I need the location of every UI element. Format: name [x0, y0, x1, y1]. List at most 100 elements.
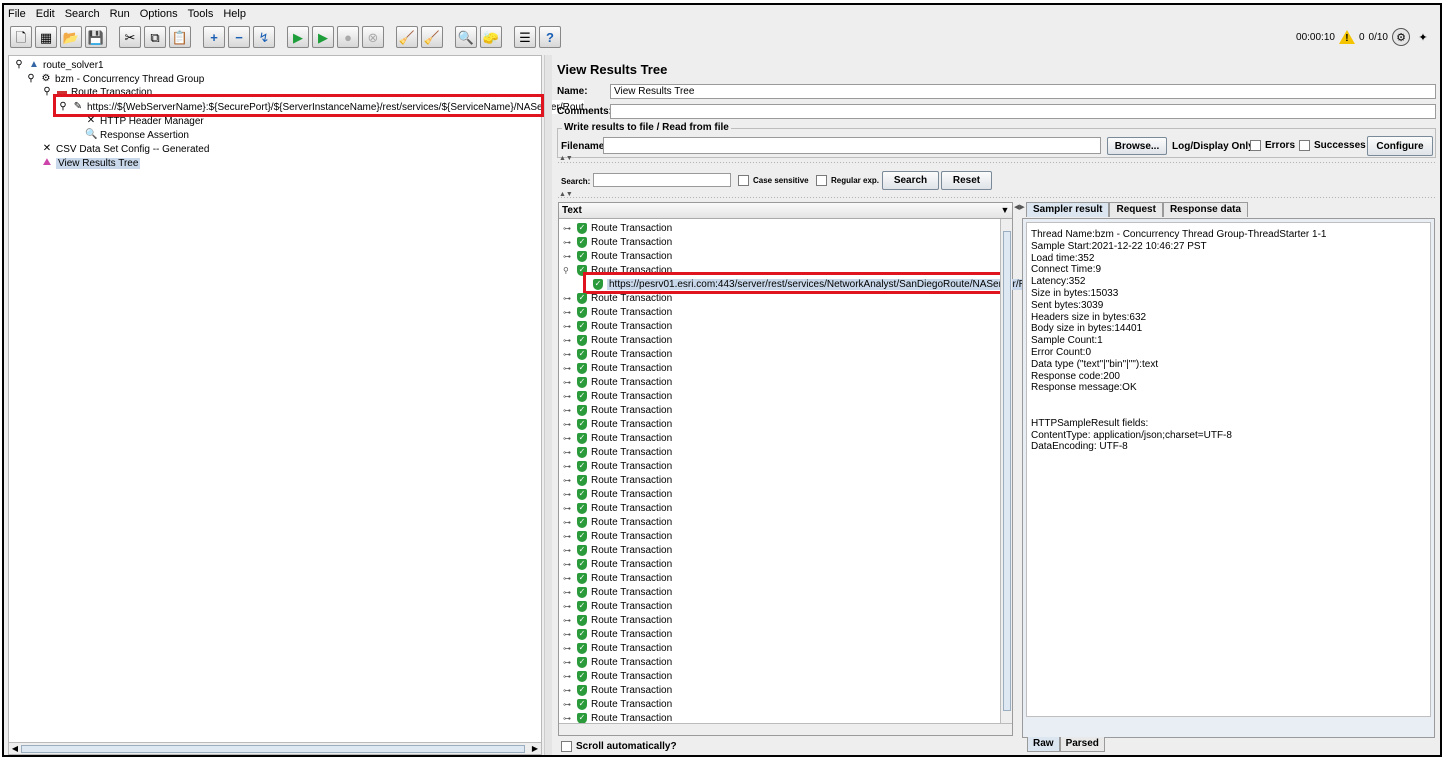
plugins-icon[interactable]: ✦	[1414, 28, 1432, 46]
expand-handle-icon[interactable]: ⊶	[563, 546, 573, 555]
expand-handle-icon[interactable]: ⊶	[563, 322, 573, 331]
result-row[interactable]: ⊶ ✓ Route Transaction	[563, 403, 672, 417]
toggle-icon[interactable]: ↯	[253, 26, 275, 48]
result-row[interactable]: ⊶ ✓ Route Transaction	[563, 599, 672, 613]
tree-node-results-tree[interactable]: ⛰ View Results Tree	[41, 156, 141, 170]
checkbox-box[interactable]	[561, 741, 572, 752]
split-divider[interactable]	[544, 55, 552, 755]
result-row[interactable]: ⊶ ✓ Route Transaction	[563, 655, 672, 669]
copy-icon[interactable]: ⧉	[144, 26, 166, 48]
expand-handle-icon[interactable]: ⊶	[563, 700, 573, 709]
expand-icon[interactable]: +	[203, 26, 225, 48]
result-row[interactable]: ⊶ ✓ Route Transaction	[563, 669, 672, 683]
expand-handle-icon[interactable]: ⊶	[563, 392, 573, 401]
results-vertical-scrollbar[interactable]	[1000, 219, 1012, 723]
result-row[interactable]: ⊶ ✓ Route Transaction	[563, 319, 672, 333]
tree-node-header-manager[interactable]: ✕ HTTP Header Manager	[85, 114, 204, 128]
tree-node-csv[interactable]: ✕ CSV Data Set Config -- Generated	[41, 142, 210, 156]
tab-raw[interactable]: Raw	[1027, 737, 1060, 752]
result-row[interactable]: ⊶ ✓ Route Transaction	[563, 389, 672, 403]
search-button[interactable]: Search	[882, 171, 939, 190]
menu-file[interactable]: File	[8, 8, 26, 20]
expand-handle-icon[interactable]: ⊶	[563, 560, 573, 569]
clear-all-icon[interactable]: 🧹	[421, 26, 443, 48]
result-row[interactable]: ⊶ ✓ Route Transaction	[563, 221, 672, 235]
result-row[interactable]: ⊶ ✓ Route Transaction	[563, 431, 672, 445]
case-sensitive-checkbox[interactable]: Case sensitive	[738, 175, 809, 186]
reset-search-icon[interactable]: 🧽	[480, 26, 502, 48]
expand-handle-icon[interactable]: ⊶	[563, 406, 573, 415]
scroll-thumb[interactable]	[1003, 231, 1011, 711]
log-viewer-icon[interactable]: ⚙	[1392, 28, 1410, 46]
result-row[interactable]: ⊶ ✓ Route Transaction	[563, 697, 672, 711]
save-icon[interactable]: 💾	[85, 26, 107, 48]
expand-handle-icon[interactable]: ⊶	[563, 490, 573, 499]
result-row[interactable]: ⊶ ✓ Route Transaction	[563, 417, 672, 431]
menu-tools[interactable]: Tools	[188, 8, 214, 20]
expand-handle-icon[interactable]: ⚲	[563, 266, 573, 275]
expand-handle-icon[interactable]: ⊶	[563, 378, 573, 387]
menu-run[interactable]: Run	[110, 8, 130, 20]
split-arrows-icon[interactable]: ◀▶	[1014, 203, 1025, 211]
result-row[interactable]: ⊶ ✓ Route Transaction	[563, 613, 672, 627]
scroll-thumb[interactable]	[21, 745, 525, 753]
expand-handle-icon[interactable]: ⊶	[563, 476, 573, 485]
result-row[interactable]: ⊶ ✓ Route Transaction	[563, 291, 672, 305]
result-row[interactable]: ⊶ ✓ Route Transaction	[563, 473, 672, 487]
expand-handle-icon[interactable]: ⊶	[563, 518, 573, 527]
collapse-icon[interactable]: −	[228, 26, 250, 48]
help-icon[interactable]: ?	[539, 26, 561, 48]
result-row[interactable]: ⊶ ✓ Route Transaction	[563, 683, 672, 697]
expand-handle-icon[interactable]: ⊶	[563, 602, 573, 611]
scroll-automatically-checkbox[interactable]: Scroll automatically?	[561, 741, 677, 752]
checkbox-box[interactable]	[1299, 140, 1310, 151]
result-row[interactable]: ⊶ ✓ Route Transaction	[563, 375, 672, 389]
results-horizontal-scrollbar[interactable]	[559, 723, 1012, 735]
search-icon[interactable]: 🔍	[455, 26, 477, 48]
regular-exp-checkbox[interactable]: Regular exp.	[816, 175, 879, 186]
expand-handle-icon[interactable]: ⊶	[563, 336, 573, 345]
result-row[interactable]: ⊶ ✓ Route Transaction	[563, 571, 672, 585]
expand-handle-icon[interactable]: ⊶	[563, 630, 573, 639]
result-row[interactable]: ⊶ ✓ Route Transaction	[563, 445, 672, 459]
expand-handle-icon[interactable]: ⚲	[25, 73, 37, 85]
checkbox-box[interactable]	[1250, 140, 1261, 151]
paste-icon[interactable]: 📋	[169, 26, 191, 48]
new-icon[interactable]: 🗋	[10, 26, 32, 48]
sampler-result-text[interactable]: Thread Name:bzm - Concurrency Thread Gro…	[1026, 222, 1431, 717]
expand-handle-icon[interactable]: ⊶	[563, 294, 573, 303]
result-row[interactable]: ⊶ ✓ Route Transaction	[563, 641, 672, 655]
scroll-right-icon[interactable]: ▶	[529, 743, 541, 755]
result-row[interactable]: ⊶ ✓ Route Transaction	[563, 347, 672, 361]
expand-handle-icon[interactable]: ⊶	[563, 238, 573, 247]
text-column-header[interactable]: Text ▼	[559, 203, 1012, 219]
tab-parsed[interactable]: Parsed	[1059, 737, 1105, 752]
stop-icon[interactable]: ●	[337, 26, 359, 48]
expand-handle-icon[interactable]: ⊶	[563, 364, 573, 373]
tab-response-data[interactable]: Response data	[1162, 202, 1249, 217]
templates-icon[interactable]: ▦	[35, 26, 57, 48]
result-row[interactable]: ⊶ ✓ Route Transaction	[563, 305, 672, 319]
browse-button[interactable]: Browse...	[1107, 137, 1167, 155]
expand-handle-icon[interactable]: ⊶	[563, 350, 573, 359]
expand-handle-icon[interactable]: ⊶	[563, 448, 573, 457]
search-input[interactable]	[593, 173, 731, 187]
result-row[interactable]: ⊶ ✓ Route Transaction	[563, 361, 672, 375]
result-row[interactable]: ⊶ ✓ Route Transaction	[563, 487, 672, 501]
expand-handle-icon[interactable]: ⚲	[41, 86, 53, 98]
open-icon[interactable]: 📂	[60, 26, 82, 48]
cut-icon[interactable]: ✂	[119, 26, 141, 48]
filename-field[interactable]	[603, 137, 1101, 154]
warning-icon[interactable]: !	[1338, 30, 1355, 44]
function-helper-icon[interactable]: ☰	[514, 26, 536, 48]
result-row[interactable]: ⊶ ✓ Route Transaction	[563, 235, 672, 249]
checkbox-box[interactable]	[738, 175, 749, 186]
expand-handle-icon[interactable]: ⚲	[13, 59, 25, 71]
clear-icon[interactable]: 🧹	[396, 26, 418, 48]
result-row[interactable]: ⊶ ✓ Route Transaction	[563, 585, 672, 599]
collapse-arrows-icon[interactable]: ▲▼	[559, 155, 573, 162]
errors-checkbox[interactable]: Errors	[1250, 140, 1295, 151]
result-row[interactable]: ⊶ ✓ Route Transaction	[563, 249, 672, 263]
chevron-down-icon[interactable]: ▼	[998, 203, 1012, 218]
tree-horizontal-scrollbar[interactable]: ◀ ▶	[9, 742, 541, 754]
